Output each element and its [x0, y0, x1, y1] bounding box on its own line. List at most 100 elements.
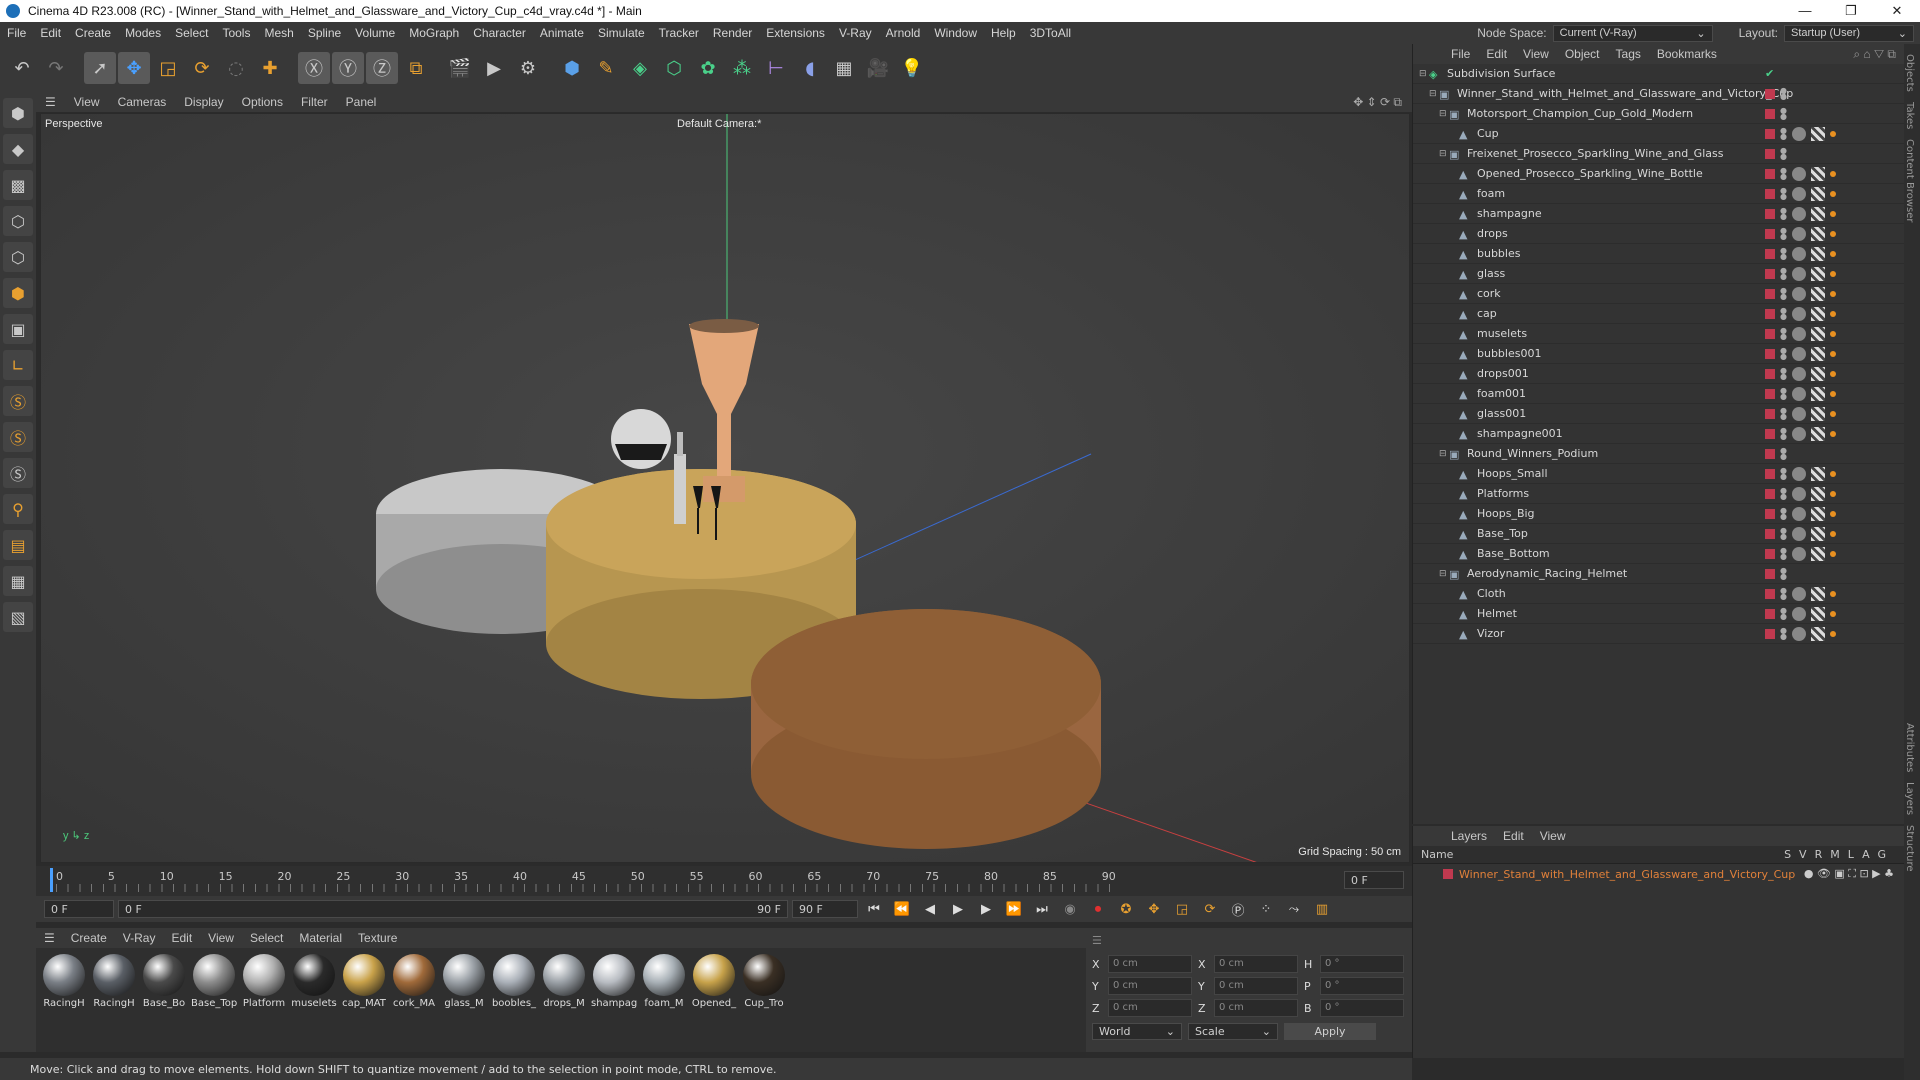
menu-animate[interactable]: Animate: [533, 26, 591, 40]
object-menu-tags[interactable]: Tags: [1608, 47, 1649, 61]
render-picture-viewer-icon[interactable]: ▶: [478, 52, 510, 84]
object-row[interactable]: ▲ Platforms ● ●: [1413, 484, 1904, 504]
menu-mograph[interactable]: MoGraph: [402, 26, 466, 40]
visibility-dots-icon[interactable]: ● ●: [1780, 406, 1787, 420]
object-row[interactable]: ⊟ ▣ Aerodynamic_Racing_Helmet ● ●: [1413, 564, 1904, 584]
coord-field[interactable]: 0 cm: [1214, 977, 1298, 995]
cloner-icon[interactable]: ✿: [692, 52, 724, 84]
cube-object-icon[interactable]: ⬢: [556, 52, 588, 84]
uvw-tag-icon[interactable]: [1810, 466, 1825, 481]
workplane-icon[interactable]: ▤: [3, 530, 33, 560]
visibility-dots-icon[interactable]: ● ●: [1780, 606, 1787, 620]
object-row[interactable]: ▲ cap ● ●: [1413, 304, 1904, 324]
layer-color-swatch[interactable]: [1765, 388, 1775, 399]
material-tag-icon[interactable]: [1791, 166, 1806, 181]
render-view-icon[interactable]: 🎬: [444, 52, 476, 84]
object-row[interactable]: ▲ Vizor ● ●: [1413, 624, 1904, 644]
layer-color-swatch[interactable]: [1765, 88, 1775, 99]
material-menu-vray[interactable]: V-Ray: [115, 931, 164, 945]
quantize-icon[interactable]: Ⓢ: [3, 458, 33, 488]
object-row[interactable]: ▲ Cup ● ●: [1413, 124, 1904, 144]
visibility-dots-icon[interactable]: ● ●: [1780, 286, 1787, 300]
layer-color-swatch[interactable]: [1765, 548, 1775, 559]
coord-field[interactable]: 0 cm: [1214, 955, 1298, 973]
3d-viewport[interactable]: Perspective Default Camera:* Grid Spacin…: [40, 113, 1410, 863]
object-menu-file[interactable]: File: [1443, 47, 1478, 61]
current-frame-field[interactable]: 0 F: [1344, 871, 1404, 889]
material-menu-texture[interactable]: Texture: [350, 931, 405, 945]
spline-pen-icon[interactable]: ✎: [590, 52, 622, 84]
object-menu-bookmarks[interactable]: Bookmarks: [1649, 47, 1725, 61]
object-row[interactable]: ⊟ ▣ Motorsport_Champion_Cup_Gold_Modern ● ●: [1413, 104, 1904, 124]
material-swatch[interactable]: Base_Bo: [142, 954, 186, 1046]
visibility-dots-icon[interactable]: ● ●: [1780, 246, 1787, 260]
vray-tag-icon[interactable]: [1829, 610, 1836, 617]
material-swatch[interactable]: muselets: [291, 954, 337, 1046]
material-tag-icon[interactable]: [1791, 506, 1806, 521]
snap-settings-icon[interactable]: Ⓢ: [3, 422, 33, 452]
object-menu-object[interactable]: Object: [1557, 47, 1608, 61]
layer-color-swatch[interactable]: [1765, 608, 1775, 619]
visibility-dots-icon[interactable]: ● ●: [1780, 226, 1787, 240]
layer-color-swatch[interactable]: [1765, 128, 1775, 139]
vray-tag-icon[interactable]: [1829, 530, 1836, 537]
uvw-tag-icon[interactable]: [1810, 226, 1825, 241]
motion-clip-icon[interactable]: ⤳: [1282, 898, 1306, 920]
uvw-tag-icon[interactable]: [1810, 246, 1825, 261]
menu-3dtoall[interactable]: 3DToAll: [1023, 26, 1078, 40]
uvw-tag-icon[interactable]: [1810, 186, 1825, 201]
layer-color-swatch[interactable]: [1765, 308, 1775, 319]
light-icon[interactable]: 💡: [896, 52, 928, 84]
play-icon[interactable]: ▶: [946, 898, 970, 920]
expand-toggle-icon[interactable]: ⊟: [1439, 109, 1449, 119]
object-row[interactable]: ▲ Cloth ● ●: [1413, 584, 1904, 604]
visibility-dots-icon[interactable]: ● ●: [1780, 486, 1787, 500]
material-tag-icon[interactable]: [1791, 606, 1806, 621]
expand-toggle-icon[interactable]: ⊟: [1439, 149, 1449, 159]
uvw-tag-icon[interactable]: [1810, 366, 1825, 381]
layer-color-swatch[interactable]: [1765, 108, 1775, 119]
material-tag-icon[interactable]: [1791, 486, 1806, 501]
vray-tag-icon[interactable]: [1829, 490, 1836, 497]
menu-spline[interactable]: Spline: [301, 26, 348, 40]
menu-file[interactable]: File: [0, 26, 33, 40]
menu-help[interactable]: Help: [984, 26, 1023, 40]
live-select-icon[interactable]: ◌: [220, 52, 252, 84]
material-menu-select[interactable]: Select: [242, 931, 291, 945]
key-pla-icon[interactable]: ⁘: [1254, 898, 1278, 920]
coordinate-system-icon[interactable]: ⧉: [400, 52, 432, 84]
menu-arnold[interactable]: Arnold: [879, 26, 928, 40]
layer-color-swatch[interactable]: [1765, 208, 1775, 219]
visibility-dots-icon[interactable]: ● ●: [1780, 146, 1787, 160]
object-row[interactable]: ▲ Base_Bottom ● ●: [1413, 544, 1904, 564]
visibility-dots-icon[interactable]: ● ●: [1780, 126, 1787, 140]
coord-field[interactable]: 0 cm: [1108, 999, 1192, 1017]
vray-tag-icon[interactable]: [1829, 430, 1836, 437]
render-settings-icon[interactable]: ⚙: [512, 52, 544, 84]
material-tag-icon[interactable]: [1791, 206, 1806, 221]
layout-dropdown[interactable]: Startup (User) ⌄: [1784, 24, 1914, 42]
material-swatch[interactable]: glass_M: [442, 954, 486, 1046]
uvw-tag-icon[interactable]: [1810, 386, 1825, 401]
coord-field[interactable]: 0 cm: [1108, 977, 1192, 995]
layer-row[interactable]: Winner_Stand_with_Helmet_and_Glassware_a…: [1413, 864, 1904, 884]
viewport-nav-icons[interactable]: ✥ ⇕ ⟳ ⧉: [1353, 95, 1412, 110]
vray-tag-icon[interactable]: [1829, 330, 1836, 337]
layer-color-swatch[interactable]: [1765, 328, 1775, 339]
material-swatch[interactable]: Platform: [242, 954, 286, 1046]
object-row[interactable]: ⊟ ▣ Winner_Stand_with_Helmet_and_Glassware…: [1413, 84, 1904, 104]
vray-tag-icon[interactable]: [1829, 350, 1836, 357]
viewport-menu-view[interactable]: View: [65, 95, 109, 109]
hamburger-icon[interactable]: ☰: [36, 95, 65, 109]
redo-icon[interactable]: ↷: [40, 52, 72, 84]
menu-volume[interactable]: Volume: [348, 26, 402, 40]
uvw-tag-icon[interactable]: [1810, 206, 1825, 221]
visibility-dots-icon[interactable]: ● ●: [1780, 306, 1787, 320]
object-row[interactable]: ▲ foam001 ● ●: [1413, 384, 1904, 404]
visibility-dots-icon[interactable]: ● ●: [1780, 206, 1787, 220]
next-key-icon[interactable]: ⏩: [1002, 898, 1026, 920]
field-icon[interactable]: ◖: [794, 52, 826, 84]
material-tag-icon[interactable]: [1791, 286, 1806, 301]
layer-flag-icons[interactable]: ● 👁 ▣ ⛶ ⊡ ▶ ♣: [1804, 867, 1904, 881]
material-swatch[interactable]: cap_MAT: [342, 954, 386, 1046]
